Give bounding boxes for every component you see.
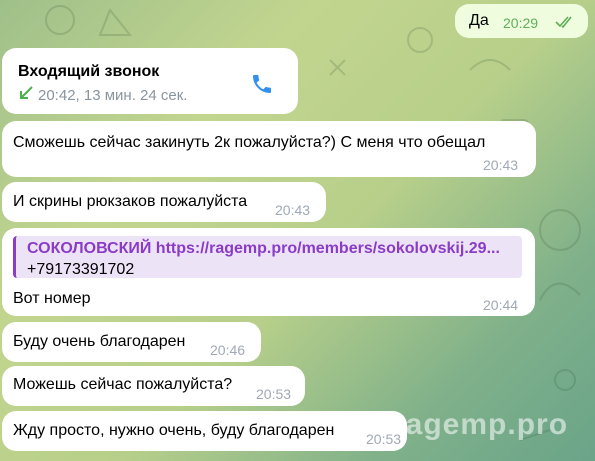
message-text: Сможешь сейчас закинуть 2к пожалуйста?) … bbox=[13, 134, 486, 151]
message-text: Жду просто, нужно очень, буду благодарен bbox=[13, 422, 335, 439]
message-text: Вот номер bbox=[13, 290, 91, 307]
message-time: 20:53 bbox=[256, 386, 292, 402]
message-time: 20:46 bbox=[210, 342, 246, 358]
phone-icon[interactable] bbox=[250, 72, 274, 96]
message-bubble[interactable]: Сможешь сейчас закинуть 2к пожалуйста?) … bbox=[2, 121, 536, 177]
message-bubble[interactable]: Буду очень благодарен 20:46 bbox=[2, 322, 261, 362]
message-time: 20:43 bbox=[275, 202, 311, 218]
call-details: 20:42, 13 мин. 24 сек. bbox=[18, 86, 187, 106]
quoted-message[interactable]: СОКОЛОВСКИЙ https://ragemp.pro/members/s… bbox=[13, 236, 522, 278]
quote-title: СОКОЛОВСКИЙ https://ragemp.pro/members/s… bbox=[27, 240, 500, 257]
message-time: 20:29 bbox=[503, 15, 539, 31]
message-bubble[interactable]: И скрины рюкзаков пожалуйста 20:43 bbox=[2, 182, 326, 222]
call-title: Входящий звонок bbox=[18, 63, 160, 80]
incoming-arrow-icon bbox=[20, 86, 33, 99]
call-details-text: 20:42, 13 мин. 24 сек. bbox=[38, 87, 188, 104]
incoming-call-message[interactable]: Входящий звонок 20:42, 13 мин. 24 сек. bbox=[2, 48, 298, 114]
message-time: 20:44 bbox=[483, 297, 519, 313]
message-bubble[interactable]: Жду просто, нужно очень, буду благодарен… bbox=[2, 411, 407, 451]
watermark: ragemp.pro bbox=[393, 408, 569, 441]
message-bubble[interactable]: Можешь сейчас пожалуйста? 20:53 bbox=[2, 366, 305, 406]
message-bubble-with-quote[interactable]: СОКОЛОВСКИЙ https://ragemp.pro/members/s… bbox=[2, 228, 535, 316]
message-text: И скрины рюкзаков пожалуйста bbox=[13, 193, 248, 210]
message-time: 20:43 bbox=[483, 157, 519, 173]
outgoing-message[interactable]: Да 20:29 bbox=[455, 4, 588, 38]
double-check-icon bbox=[555, 16, 572, 28]
message-text: Буду очень благодарен bbox=[13, 333, 186, 350]
message-text: Да bbox=[469, 12, 489, 29]
message-text: Можешь сейчас пожалуйста? bbox=[13, 376, 233, 393]
quote-text: +79173391702 bbox=[27, 261, 135, 278]
